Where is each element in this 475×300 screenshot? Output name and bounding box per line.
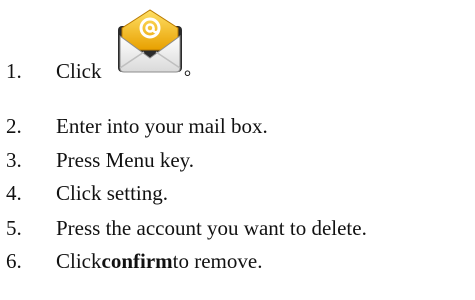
step-text: Click setting. bbox=[56, 181, 168, 205]
step-text: Click bbox=[56, 59, 102, 83]
step-1: 1. Click bbox=[0, 57, 102, 85]
step-text: Press the account you want to delete. bbox=[56, 216, 367, 240]
step-text: Press Menu key. bbox=[56, 148, 195, 172]
step-number: 3. bbox=[6, 148, 22, 172]
instruction-steps: 1. Click 。 2. Enter into your mail box. … bbox=[0, 0, 475, 300]
step-number: 6. bbox=[6, 249, 22, 273]
step-6: 6. Click confirm to remove. bbox=[0, 247, 262, 275]
step-number: 2. bbox=[6, 114, 22, 138]
step-text-suffix: to remove. bbox=[172, 249, 263, 273]
envelope-icon bbox=[118, 9, 182, 73]
step-2: 2. Enter into your mail box. bbox=[0, 112, 268, 140]
step-text-bold: confirm bbox=[101, 249, 173, 273]
step-text-prefix: Click bbox=[56, 249, 102, 273]
step-number: 5. bbox=[6, 216, 22, 240]
step-number: 1. bbox=[6, 59, 22, 83]
step-4: 4. Click setting. bbox=[0, 179, 168, 207]
email-app-icon[interactable] bbox=[116, 6, 184, 74]
step-5: 5. Press the account you want to delete. bbox=[0, 214, 367, 242]
step-1-punctuation: 。 bbox=[184, 59, 202, 79]
step-text: Enter into your mail box. bbox=[56, 114, 268, 138]
step-3: 3. Press Menu key. bbox=[0, 146, 194, 174]
step-number: 4. bbox=[6, 181, 22, 205]
